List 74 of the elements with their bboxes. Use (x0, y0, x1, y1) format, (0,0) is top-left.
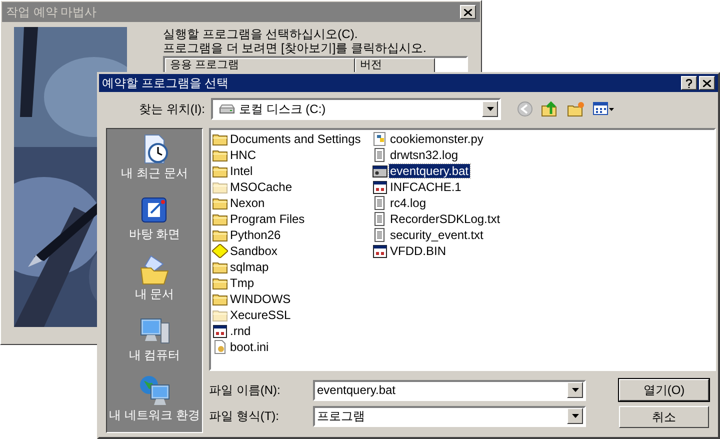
folder-icon (212, 148, 228, 162)
file-item[interactable]: .rnd (212, 323, 252, 339)
dropdown-button[interactable] (567, 408, 583, 424)
dialog-button[interactable]: 열기(O) (619, 379, 709, 401)
file-item[interactable]: security_event.txt (372, 227, 484, 243)
file-item[interactable]: Sandbox (212, 243, 278, 259)
file-item[interactable]: Program Files (212, 211, 306, 227)
file-item[interactable]: VFDD.BIN (372, 243, 448, 259)
places-item[interactable]: 내 문서 (108, 254, 200, 311)
file-item[interactable]: Intel (212, 163, 254, 179)
close-icon (703, 80, 711, 86)
window-title: 작업 예약 마법사 (6, 4, 97, 21)
folder-icon (212, 308, 228, 322)
file-item[interactable]: rc4.log (372, 195, 428, 211)
close-icon (464, 8, 472, 16)
folder-icon (212, 260, 228, 274)
file-item[interactable]: MSOCache (212, 179, 294, 195)
file-item[interactable]: INFCACHE.1 (372, 179, 462, 195)
file-item[interactable]: XecureSSL (212, 307, 292, 323)
file-item[interactable]: Python26 (212, 227, 282, 243)
window-file-icon (372, 244, 388, 258)
places-item[interactable]: 바탕 화면 (108, 194, 200, 250)
file-type-dropdown[interactable]: 프로그램 (313, 406, 586, 426)
caret-icon (572, 388, 578, 392)
file-item[interactable]: Tmp (212, 275, 255, 291)
dialog-button[interactable]: 취소 (619, 406, 709, 428)
file-item[interactable]: RecorderSDKLog.txt (372, 211, 502, 227)
up-folder-icon[interactable] (541, 100, 559, 118)
file-item[interactable]: WINDOWS (212, 291, 292, 307)
folder-icon (212, 228, 228, 242)
batch-file-icon (372, 164, 388, 178)
field-label: 파일 형식(T): (209, 408, 280, 425)
field-label: 파일 이름(N): (209, 382, 282, 399)
places-item[interactable]: 내 네트워크 환경 (108, 375, 200, 432)
view-menu-icon[interactable] (593, 101, 615, 117)
question-mark-icon (686, 78, 692, 88)
diamond-icon (212, 244, 228, 258)
window-file-icon (372, 180, 388, 194)
folder-icon (212, 212, 228, 226)
folder-icon (212, 180, 228, 194)
folder-icon (212, 164, 228, 178)
file-item[interactable]: Documents and Settings (212, 131, 362, 147)
folder-icon (212, 196, 228, 210)
folder-icon (212, 132, 228, 146)
file-item[interactable]: cookiemonster.py (372, 131, 484, 147)
settings-file-icon (212, 340, 228, 354)
dropdown-button[interactable] (482, 101, 498, 117)
window-title: 예약할 프로그램을 선택 (102, 75, 229, 92)
instruction-text: 프로그램을 더 보려면 [찾아보기]를 클릭하십시오. (163, 41, 428, 55)
places-item[interactable]: 내 최근 문서 (108, 133, 200, 190)
file-item[interactable]: HNC (212, 147, 257, 163)
disk-drive-icon (219, 104, 235, 114)
file-name-field[interactable]: eventquery.bat (313, 380, 586, 400)
instruction-text: 실행할 프로그램을 선택하십시오(C). (163, 27, 359, 41)
new-folder-icon[interactable] (567, 101, 585, 117)
file-item[interactable]: boot.ini (212, 339, 270, 355)
file-item[interactable]: drwtsn32.log (372, 147, 460, 163)
close-button[interactable] (460, 5, 476, 19)
python-file-icon (372, 132, 388, 146)
file-item[interactable]: sqlmap (212, 259, 270, 275)
caret-icon (486, 107, 494, 111)
places-item[interactable]: 내 컴퓨터 (108, 314, 200, 372)
help-button[interactable] (681, 76, 697, 90)
folder-icon (212, 292, 228, 306)
file-item[interactable]: Nexon (212, 195, 266, 211)
folder-icon (138, 254, 170, 286)
folder-icon (212, 276, 228, 290)
dropdown-button[interactable] (567, 382, 583, 398)
look-in-dropdown[interactable]: 로컬 디스크 (C:) (211, 98, 501, 120)
close-button[interactable] (699, 76, 715, 90)
look-in-label: 찾는 위치(I): (139, 101, 205, 118)
window-file-icon (212, 324, 228, 338)
network-computer-icon (138, 375, 170, 408)
caret-icon (572, 414, 578, 418)
